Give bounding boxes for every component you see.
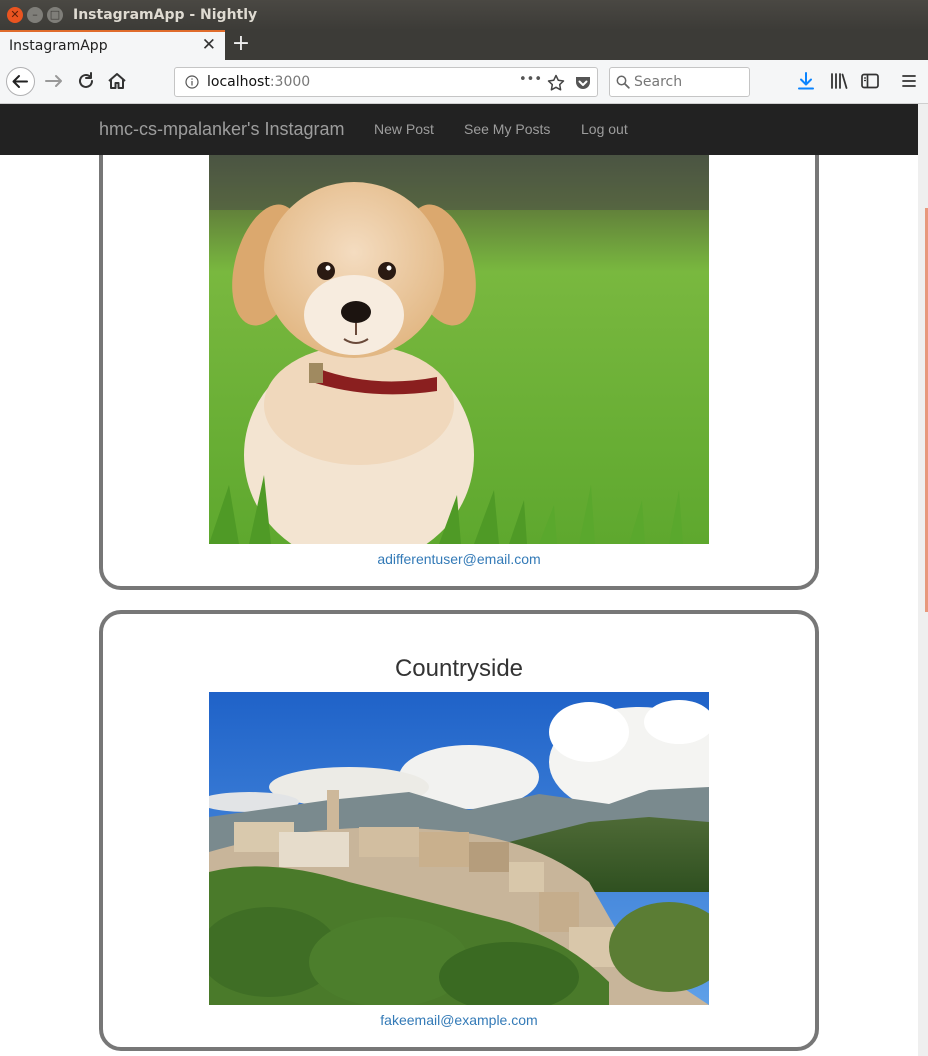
- info-icon[interactable]: [185, 75, 199, 89]
- post-author-link[interactable]: fakeemail@example.com: [103, 1012, 815, 1028]
- url-port: :3000: [269, 74, 311, 90]
- search-placeholder: Search: [634, 74, 683, 90]
- download-icon[interactable]: [795, 70, 817, 92]
- bookmark-star-icon[interactable]: [546, 73, 566, 93]
- window-maximize-button[interactable]: □: [47, 7, 63, 23]
- post-image: [209, 692, 709, 1005]
- hamburger-menu-icon[interactable]: [898, 70, 920, 92]
- site-navbar: hmc-cs-mpalanker's Instagram New Post Se…: [0, 104, 918, 155]
- browser-toolbar: localhost:3000 ••• Search: [0, 60, 928, 104]
- sidebar-icon[interactable]: [859, 70, 881, 92]
- puppy-photo: [209, 155, 709, 544]
- window-title: InstagramApp - Nightly: [73, 7, 258, 23]
- home-icon[interactable]: [106, 70, 128, 92]
- url-text[interactable]: localhost:3000: [207, 74, 310, 90]
- back-button[interactable]: [6, 67, 35, 96]
- address-bar[interactable]: localhost:3000 •••: [174, 67, 598, 97]
- search-icon: [616, 75, 630, 89]
- url-host: localhost: [207, 74, 270, 90]
- post-author-link[interactable]: adifferentuser@email.com: [103, 551, 815, 567]
- reload-icon[interactable]: [75, 70, 97, 92]
- library-icon[interactable]: [828, 70, 850, 92]
- nav-new-post-link[interactable]: New Post: [374, 121, 434, 137]
- window-minimize-button[interactable]: –: [27, 7, 43, 23]
- post-card: Countryside fakeemail@example.com: [99, 610, 819, 1051]
- post-image: [209, 155, 709, 544]
- window-titlebar: ✕ – □ InstagramApp - Nightly: [0, 0, 928, 30]
- search-input[interactable]: Search: [609, 67, 750, 97]
- forward-arrow-icon[interactable]: [43, 70, 65, 92]
- countryside-photo: [209, 692, 709, 1005]
- new-tab-button[interactable]: +: [230, 30, 252, 60]
- page-actions-icon[interactable]: •••: [519, 72, 542, 92]
- post-title: Countryside: [394, 655, 524, 682]
- arrow-left-icon: [12, 75, 28, 88]
- browser-tab[interactable]: InstagramApp ✕: [0, 30, 225, 60]
- window-close-button[interactable]: ✕: [7, 7, 23, 23]
- page-viewport: adifferentuser@email.com Countryside fak…: [0, 104, 918, 1056]
- nav-log-out-link[interactable]: Log out: [581, 121, 628, 137]
- pocket-icon[interactable]: [573, 73, 593, 93]
- tab-close-icon[interactable]: ✕: [202, 35, 216, 55]
- post-card: adifferentuser@email.com: [99, 104, 819, 590]
- tab-strip: InstagramApp ✕ +: [0, 30, 928, 60]
- site-brand-link[interactable]: hmc-cs-mpalanker's Instagram: [99, 119, 345, 140]
- tab-title: InstagramApp: [9, 38, 108, 54]
- nav-see-my-posts-link[interactable]: See My Posts: [464, 121, 550, 137]
